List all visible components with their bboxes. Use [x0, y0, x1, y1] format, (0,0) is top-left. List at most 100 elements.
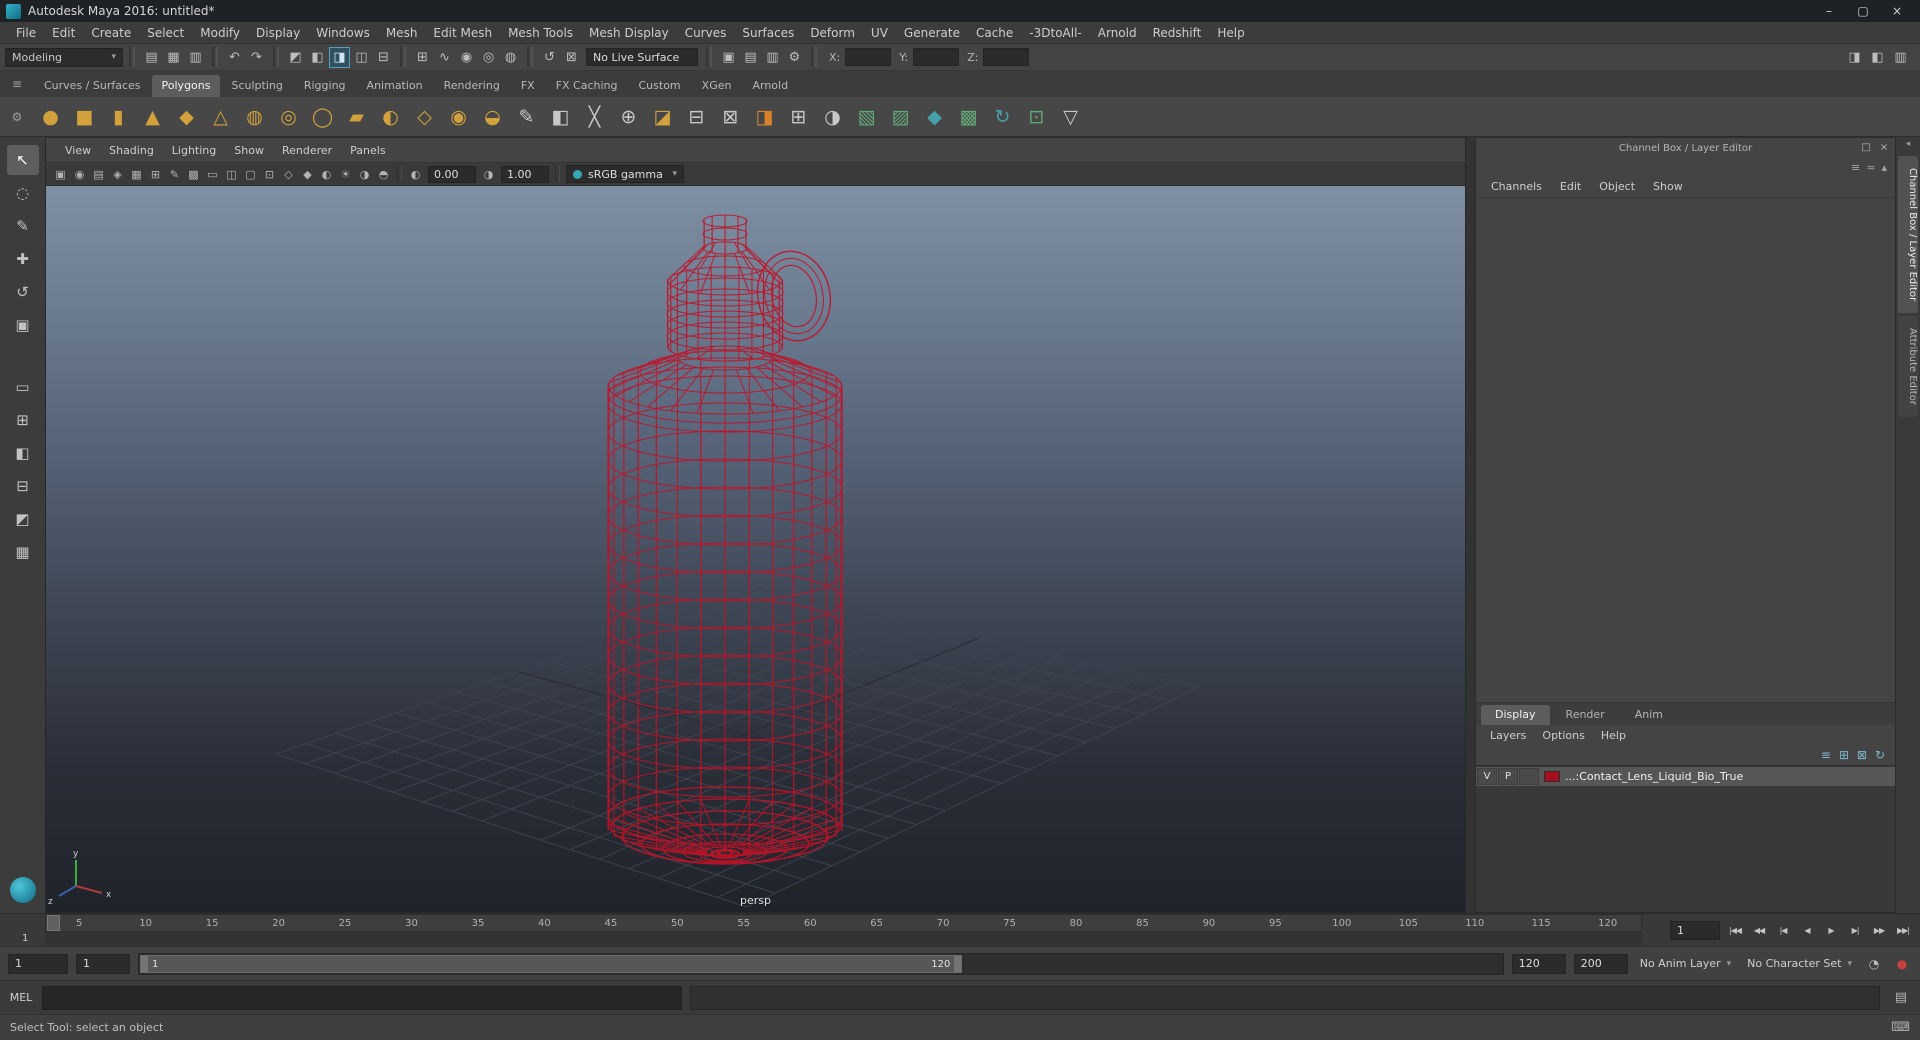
- menu-item[interactable]: Display: [248, 24, 308, 42]
- character-set-dropdown[interactable]: No Character Set ▾: [1743, 957, 1856, 970]
- separator-grip[interactable]: [212, 47, 218, 67]
- menu-item[interactable]: Edit Mesh: [425, 24, 500, 42]
- shaded-mode-icon[interactable]: ◆: [298, 165, 317, 184]
- channel-box-menu-item[interactable]: Object: [1590, 178, 1644, 195]
- y-input[interactable]: [913, 48, 960, 66]
- highlight-selection-icon[interactable]: ⊟: [373, 47, 394, 68]
- time-slider-track[interactable]: 5 10 15 20 25 30 35 40 45 50 55 60 65 70 75 80 85 90 95 100…: [45, 914, 1642, 932]
- open-scene-icon[interactable]: ▦: [163, 47, 184, 68]
- boolean-union-icon[interactable]: ⊞: [782, 100, 815, 133]
- inputs-icon[interactable]: ⊠: [561, 47, 582, 68]
- menu-set-selector[interactable]: Modeling ▾: [5, 47, 123, 67]
- menu-item[interactable]: Arnold: [1090, 24, 1145, 42]
- make-live-surface-icon[interactable]: ◆: [918, 100, 951, 133]
- grease-pencil-icon[interactable]: ✎: [165, 165, 184, 184]
- shelf-tab[interactable]: Arnold: [742, 75, 798, 97]
- paint-select-tool-icon[interactable]: ✎: [7, 211, 39, 241]
- textured-m ode-icon[interactable]: ◐: [317, 165, 336, 184]
- hotkeys-icon[interactable]: ⌨: [1891, 1020, 1910, 1035]
- 2d-pan-zoom-icon[interactable]: ⊞: [146, 165, 165, 184]
- menu-item[interactable]: Help: [1209, 24, 1252, 42]
- render-current-frame-icon[interactable]: ▤: [740, 47, 761, 68]
- shelf-tab[interactable]: Polygons: [151, 75, 221, 97]
- layer-visibility-toggle[interactable]: V: [1477, 768, 1497, 785]
- render-view-icon[interactable]: ▣: [718, 47, 739, 68]
- symmetrize-icon[interactable]: ▧: [850, 100, 883, 133]
- poly-pipe-icon[interactable]: ◍: [238, 100, 271, 133]
- close-button[interactable]: ×: [1880, 2, 1914, 20]
- make-live-icon[interactable]: ◍: [500, 47, 521, 68]
- sort-layers-icon[interactable]: ≡: [1821, 748, 1831, 762]
- shelf-tab[interactable]: Animation: [357, 75, 433, 97]
- playback-range-bar[interactable]: 1 120: [140, 954, 963, 973]
- channel-box-menu-item[interactable]: Channels: [1482, 178, 1551, 195]
- gamma-icon[interactable]: ◑: [479, 165, 498, 184]
- attribute-editor-toggle-icon[interactable]: ◨: [1844, 47, 1865, 68]
- relax-icon[interactable]: ↻: [986, 100, 1019, 133]
- channel-speed-mode-icon[interactable]: ≈: [1866, 161, 1875, 174]
- image-plane-icon[interactable]: ▦: [127, 165, 146, 184]
- poly-cylinder-icon[interactable]: ▮: [102, 100, 135, 133]
- layer-editor-tab[interactable]: Anim: [1621, 705, 1677, 725]
- lights-icon[interactable]: ☀: [336, 165, 355, 184]
- separate-icon[interactable]: ⊠: [714, 100, 747, 133]
- shelf-tab[interactable]: Curves / Surfaces: [34, 75, 151, 97]
- shelf-tab[interactable]: FX Caching: [546, 75, 628, 97]
- command-input[interactable]: [42, 985, 682, 1010]
- menu-item[interactable]: Surfaces: [734, 24, 802, 42]
- collapse-panel-icon[interactable]: ◂: [1906, 139, 1911, 153]
- transfer-attributes-icon[interactable]: ⊡: [1020, 100, 1053, 133]
- layer-editor-tab[interactable]: Render: [1552, 705, 1619, 725]
- bridge-icon[interactable]: ⊟: [680, 100, 713, 133]
- camera-attributes-icon[interactable]: ▤: [89, 165, 108, 184]
- separator-grip[interactable]: [527, 47, 533, 67]
- shelf-editor-gear-icon[interactable]: ⚙: [0, 97, 34, 136]
- bookmarks-icon[interactable]: ◈: [108, 165, 127, 184]
- separator-grip[interactable]: [706, 47, 712, 67]
- poly-plane-icon[interactable]: ▰: [340, 100, 373, 133]
- panel-menu-item[interactable]: Renderer: [273, 142, 341, 159]
- layout-single-pane-icon[interactable]: ▭: [7, 372, 39, 402]
- go-to-start-button[interactable]: |◀◀: [1723, 919, 1747, 941]
- poly-platonic-icon[interactable]: ◇: [408, 100, 441, 133]
- time-slider-playhead[interactable]: [47, 915, 60, 931]
- poly-helix-icon[interactable]: ◎: [272, 100, 305, 133]
- scale-tool-icon[interactable]: ▣: [7, 310, 39, 340]
- film-gate-icon[interactable]: ▭: [203, 165, 222, 184]
- range-slider-track[interactable]: 1 120: [138, 952, 1504, 975]
- menu-item[interactable]: Curves: [677, 24, 735, 42]
- menu-item[interactable]: UV: [863, 24, 896, 42]
- anim-layer-dropdown[interactable]: No Anim Layer ▾: [1636, 957, 1735, 970]
- smooth-icon[interactable]: ◑: [816, 100, 849, 133]
- ipr-render-icon[interactable]: ▥: [762, 47, 783, 68]
- separator-grip[interactable]: [129, 47, 135, 67]
- resolution-gate-icon[interactable]: ◫: [222, 165, 241, 184]
- gate-mask-icon[interactable]: ▢: [241, 165, 260, 184]
- snap-point-icon[interactable]: ◉: [456, 47, 477, 68]
- playback-start-field[interactable]: 1: [76, 953, 130, 974]
- menu-item[interactable]: Redshift: [1145, 24, 1210, 42]
- exposure-icon[interactable]: ◐: [406, 165, 425, 184]
- poly-prism-icon[interactable]: ◆: [170, 100, 203, 133]
- safe-action-icon[interactable]: ⊡: [260, 165, 279, 184]
- layer-color-swatch[interactable]: [1544, 771, 1560, 782]
- quad-draw-icon[interactable]: ▩: [952, 100, 985, 133]
- menu-item[interactable]: File: [8, 24, 44, 42]
- float-panel-icon[interactable]: □: [1859, 140, 1873, 154]
- save-scene-icon[interactable]: ▥: [185, 47, 206, 68]
- select-tool-icon[interactable]: ↖: [6, 145, 39, 175]
- lasso-tool-icon[interactable]: ◌: [7, 178, 39, 208]
- select-camera-icon[interactable]: ▣: [51, 165, 70, 184]
- shelf-tab[interactable]: Rigging: [294, 75, 356, 97]
- select-hierarchy-icon[interactable]: ◩: [285, 47, 306, 68]
- script-editor-icon[interactable]: ▤: [1888, 990, 1914, 1005]
- layout-persp-graph-icon[interactable]: ⊟: [7, 471, 39, 501]
- panel-menu-item[interactable]: Shading: [100, 142, 163, 159]
- target-weld-icon[interactable]: ⊕: [612, 100, 645, 133]
- mirror-icon[interactable]: ◨: [748, 100, 781, 133]
- poly-disc-icon[interactable]: ◐: [374, 100, 407, 133]
- sidebar-tab[interactable]: Channel Box / Layer Editor: [1898, 156, 1918, 314]
- channel-box-toggle-icon[interactable]: ▥: [1890, 47, 1911, 68]
- menu-item[interactable]: Cache: [968, 24, 1021, 42]
- z-input[interactable]: [983, 48, 1030, 66]
